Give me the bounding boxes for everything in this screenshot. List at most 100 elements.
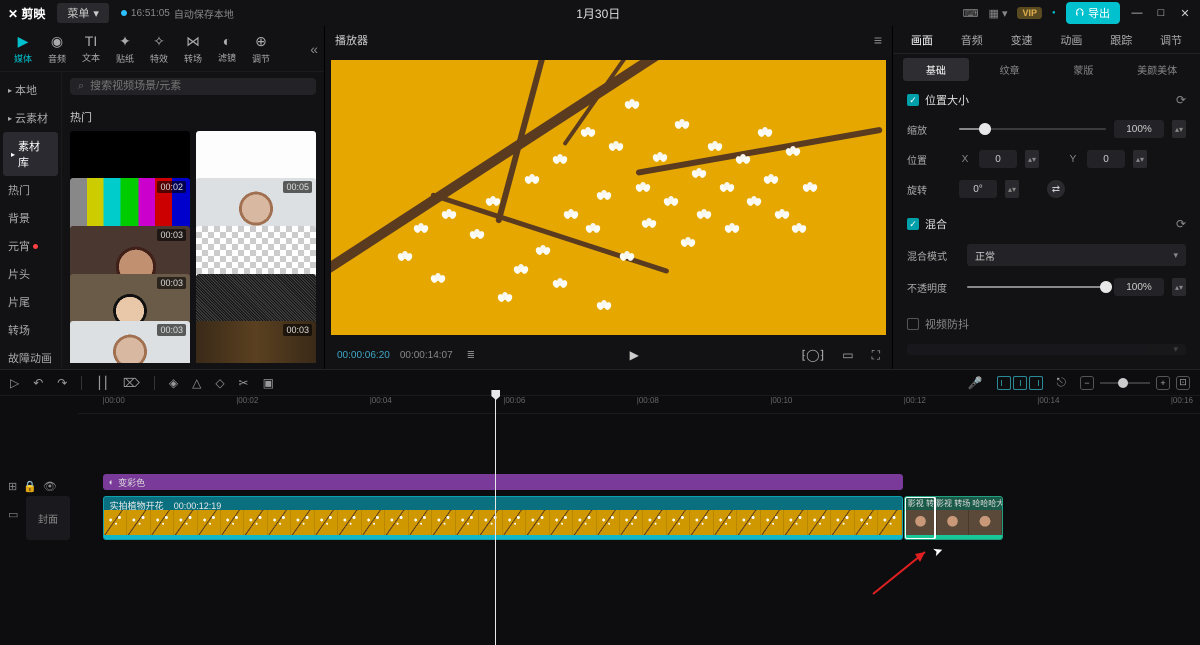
library-search[interactable]: ⌕ xyxy=(70,78,316,95)
maximize-button[interactable]: □ xyxy=(1154,6,1168,20)
inspector-tab-画面[interactable]: 画面 xyxy=(897,27,947,53)
sidenav-片尾[interactable]: 片尾 xyxy=(0,288,61,316)
sidenav-label: 云素材 xyxy=(15,110,48,126)
sidenav-热门[interactable]: 热门 xyxy=(0,176,61,204)
asset-thumb[interactable]: 00:03⬇ xyxy=(196,321,316,363)
inspector-subtab-蒙版[interactable]: 蒙版 xyxy=(1051,58,1117,81)
video-clip-second[interactable]: 影视 转影视 转场哈哈哈大笑00 xyxy=(904,496,1003,540)
rotate-spinner[interactable]: ▴▾ xyxy=(1005,180,1019,198)
collapse-tabs-icon[interactable]: « xyxy=(310,41,318,57)
filter-clip[interactable]: ◐ 变彩色 xyxy=(103,474,903,490)
safe-zone-icon[interactable]: ⁅◯⁆ xyxy=(801,348,824,362)
ruler-tick: |00:00 xyxy=(103,396,125,405)
opacity-slider[interactable] xyxy=(967,286,1106,288)
undo-icon[interactable]: ↶ xyxy=(33,376,43,390)
stabilize-checkbox[interactable] xyxy=(907,318,919,330)
rotate-value[interactable]: 0° xyxy=(959,180,997,198)
vip-dot-icon: ● xyxy=(1052,10,1056,16)
main-menu-button[interactable]: 菜单 ▾ xyxy=(57,3,109,23)
sidenav-素材库[interactable]: ▸素材库 xyxy=(3,132,58,176)
sidenav-背景[interactable]: 背景 xyxy=(0,204,61,232)
blend-mode-select[interactable]: 正常 ▾ xyxy=(967,244,1186,266)
select-tool-icon[interactable]: ▷ xyxy=(10,376,19,390)
redo-icon[interactable]: ↷ xyxy=(57,376,67,390)
inspector-tab-动画[interactable]: 动画 xyxy=(1046,27,1096,53)
crop-icon[interactable]: ✂ xyxy=(239,376,249,390)
layout-icon[interactable]: ▦ ▾ xyxy=(989,7,1008,20)
tab-label: 贴纸 xyxy=(116,52,134,65)
ai-tool-icon[interactable]: △ xyxy=(192,376,201,390)
delete-icon[interactable]: ⌦ xyxy=(123,376,140,390)
top-tab-调节[interactable]: ⊕调节 xyxy=(244,33,278,65)
sidenav-片头[interactable]: 片头 xyxy=(0,260,61,288)
sidenav-label: 片尾 xyxy=(8,294,30,310)
export-label: 导出 xyxy=(1088,5,1110,21)
link-icon[interactable]: ⎋ xyxy=(1057,375,1067,390)
zoom-fit-button[interactable]: ⊡ xyxy=(1176,376,1190,390)
top-tab-特效[interactable]: ✧特效 xyxy=(142,33,176,65)
preview-canvas[interactable]: [[15,60],[20,55],[25,62],[28,50],[33,75]… xyxy=(331,60,886,335)
top-tab-贴纸[interactable]: ✦贴纸 xyxy=(108,33,142,65)
ratio-icon[interactable]: ▭ xyxy=(842,348,853,362)
top-tab-滤镜[interactable]: ◐滤镜 xyxy=(210,33,244,64)
chevron-down-icon: ▾ xyxy=(1173,344,1178,355)
split-icon[interactable]: ⎮⎮ xyxy=(96,376,109,390)
thumb-duration: 00:03 xyxy=(157,229,186,241)
x-value[interactable]: 0 xyxy=(979,150,1017,168)
x-spinner[interactable]: ▴▾ xyxy=(1025,150,1039,168)
top-tab-转场[interactable]: ⋈转场 xyxy=(176,33,210,65)
inspector-subtab-纹章[interactable]: 纹章 xyxy=(977,58,1043,81)
inspector-tab-跟踪[interactable]: 跟踪 xyxy=(1096,27,1146,53)
asset-thumb[interactable]: 00:03⬇ xyxy=(70,321,190,363)
freeze-icon[interactable]: ▣ xyxy=(263,376,274,390)
inspector-tab-变速[interactable]: 变速 xyxy=(997,27,1047,53)
reset-blend-icon[interactable]: ⟳ xyxy=(1176,217,1186,231)
zoom-in-button[interactable]: + xyxy=(1156,376,1170,390)
filter-track-header[interactable]: ⊞ 🔒 👁 xyxy=(0,474,78,498)
reset-pos-icon[interactable]: ⟳ xyxy=(1176,93,1186,107)
zoom-slider[interactable] xyxy=(1100,382,1150,384)
cover-button[interactable]: 封面 xyxy=(26,496,70,540)
minimize-button[interactable]: — xyxy=(1130,6,1144,20)
zoom-out-button[interactable]: − xyxy=(1080,376,1094,390)
top-tab-音频[interactable]: ◉音频 xyxy=(40,33,74,65)
pos-size-checkbox[interactable]: ✓ xyxy=(907,94,919,106)
inspector-tab-调节[interactable]: 调节 xyxy=(1146,27,1196,53)
scale-spinner[interactable]: ▴▾ xyxy=(1172,120,1186,138)
vip-badge[interactable]: VIP xyxy=(1017,7,1042,19)
play-button[interactable]: ▶ xyxy=(630,348,639,362)
player-menu-icon[interactable]: ≡ xyxy=(874,32,882,48)
timeline-ruler[interactable]: |00:00|00:02|00:04|00:06|00:08|00:10|00:… xyxy=(78,396,1200,414)
video-clip-main[interactable]: 实拍植物开花 00:00:12:19 xyxy=(103,496,903,540)
y-value[interactable]: 0 xyxy=(1087,150,1125,168)
inspector-subtab-基础[interactable]: 基础 xyxy=(903,58,969,81)
y-spinner[interactable]: ▴▾ xyxy=(1133,150,1147,168)
sidenav-转场[interactable]: 转场 xyxy=(0,316,61,344)
sidenav-元宵[interactable]: 元宵 xyxy=(0,232,61,260)
timecode-mode-icon[interactable]: ≣ xyxy=(467,350,475,361)
shortcut-icon[interactable]: ⌨ xyxy=(963,7,979,20)
scale-value[interactable]: 100% xyxy=(1114,120,1164,138)
export-button[interactable]: ⮉ 导出 xyxy=(1066,2,1120,24)
inspector-subtab-美颜美体[interactable]: 美颜美体 xyxy=(1124,58,1190,81)
close-button[interactable]: ✕ xyxy=(1178,6,1192,20)
reverse-icon[interactable]: ◇ xyxy=(215,376,224,390)
app-logo: ✕ 剪映 xyxy=(8,5,45,22)
blend-checkbox[interactable]: ✓ xyxy=(907,218,919,230)
marker-icon[interactable]: ◈ xyxy=(169,376,178,390)
opacity-value[interactable]: 100% xyxy=(1114,278,1164,296)
scale-slider[interactable] xyxy=(959,128,1106,130)
sidenav-云素材[interactable]: ▸云素材 xyxy=(0,104,61,132)
snap-mode-group[interactable] xyxy=(997,376,1043,390)
top-tab-文本[interactable]: TI文本 xyxy=(74,33,108,64)
fullscreen-icon[interactable]: ⛶ xyxy=(872,348,880,363)
playhead[interactable] xyxy=(495,396,496,645)
opacity-spinner[interactable]: ▴▾ xyxy=(1172,278,1186,296)
mic-icon[interactable]: 🎤 xyxy=(968,376,983,390)
inspector-tab-音频[interactable]: 音频 xyxy=(947,27,997,53)
flip-button[interactable]: ⇄ xyxy=(1047,180,1065,198)
sidenav-故障动画[interactable]: 故障动画 xyxy=(0,344,61,369)
search-input[interactable] xyxy=(90,80,308,92)
top-tab-媒体[interactable]: ▶媒体 xyxy=(6,33,40,65)
sidenav-本地[interactable]: ▸本地 xyxy=(0,76,61,104)
